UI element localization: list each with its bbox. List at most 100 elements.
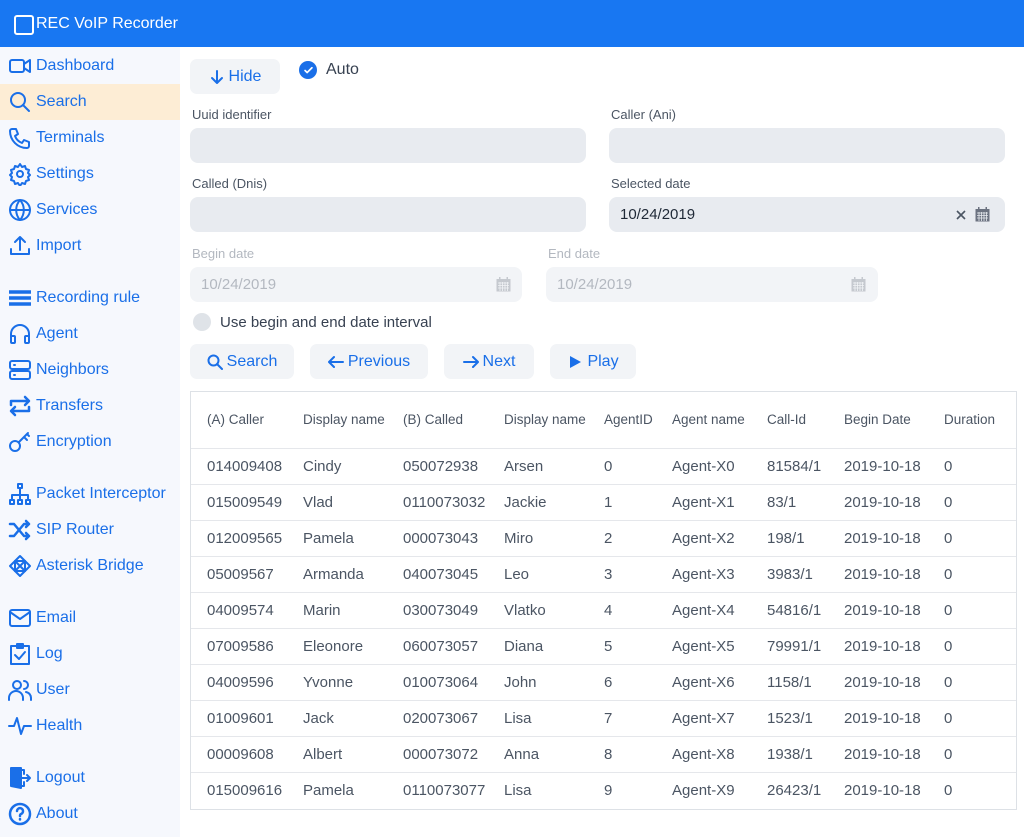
gear-icon xyxy=(8,162,32,186)
sidebar-item-email[interactable]: Email xyxy=(0,600,180,636)
caller-label: Caller (Ani) xyxy=(611,107,677,122)
sidebar-item-label: Asterisk Bridge xyxy=(36,557,144,574)
cell-duration: 0 xyxy=(928,628,1016,665)
sidebar-item-import[interactable]: Import xyxy=(0,228,180,264)
app-header: REC VoIP Recorder xyxy=(0,0,1024,47)
sidebar-item-dashboard[interactable]: Dashboard xyxy=(0,48,180,84)
sidebar-item-transfers[interactable]: Transfers xyxy=(0,388,180,424)
search-button[interactable]: Search xyxy=(190,344,294,379)
cell-agent-id: 9 xyxy=(604,781,613,799)
uuid-label: Uuid identifier xyxy=(192,107,272,122)
column-header-called-display-name[interactable]: Display name xyxy=(488,392,588,449)
sidebar-item-label: About xyxy=(36,805,78,822)
table-row[interactable]: 01009601 Jack 020073067 Lisa 7 Agent-X7 1523/1… xyxy=(191,700,1016,737)
sidebar-item-user[interactable]: User xyxy=(0,672,180,708)
sidebar-item-recording-rule[interactable]: Recording rule xyxy=(0,280,180,316)
previous-button[interactable]: Previous xyxy=(310,344,428,379)
table-row[interactable]: 05009567 Armanda 040073045 Leo 3 Agent-X3 3983… xyxy=(191,556,1016,593)
column-header-agent-id[interactable]: AgentID xyxy=(588,392,656,449)
next-button[interactable]: Next xyxy=(444,344,534,379)
date-interval-label: Use begin and end date interval xyxy=(220,314,432,331)
cell-begin-date: 2019-10-18 xyxy=(828,520,928,557)
column-header-called[interactable]: (B) Called xyxy=(387,392,488,449)
search-page: Hide Auto Uuid identifier Caller (Ani) C… xyxy=(180,47,1024,837)
cell-agent-id: 5 xyxy=(588,628,656,665)
table-row[interactable]: 04009574 Marin 030073049 Vlatko 4 Agent-X4 548… xyxy=(191,592,1016,629)
sidebar-item-encryption[interactable]: Encryption xyxy=(0,424,180,460)
clear-date-icon[interactable] xyxy=(955,209,967,221)
sidebar-item-asterisk-bridge[interactable]: Asterisk Bridge xyxy=(0,548,180,584)
cell-called: 060073057 xyxy=(387,628,488,665)
table-row[interactable]: 00009608 Albert 000073072 Anna 8 Agent-X8 1938… xyxy=(191,736,1016,773)
selected-date-input[interactable] xyxy=(609,197,1005,232)
sidebar-item-health[interactable]: Health xyxy=(0,708,180,744)
sidebar-item-label: Dashboard xyxy=(36,57,115,74)
play-button[interactable]: Play xyxy=(550,344,636,379)
date-interval-toggle[interactable] xyxy=(193,313,211,331)
sidebar-item-terminals[interactable]: Terminals xyxy=(0,120,180,156)
sidebar-item-agent[interactable]: Agent xyxy=(0,316,180,352)
cell-caller: 05009567 xyxy=(191,556,287,593)
app-title: REC VoIP Recorder xyxy=(36,14,178,32)
table-header-row: (A) Caller Display name (B) Called Displ… xyxy=(191,392,1016,449)
checkmark-icon xyxy=(299,61,317,79)
cell-called: 0110073077 xyxy=(403,781,486,799)
table-row[interactable]: 07009586 Eleonore 060073057 Diana 5 Agent-X5 7… xyxy=(191,628,1016,665)
sidebar-item-logout[interactable]: Logout xyxy=(0,760,180,796)
uuid-input[interactable] xyxy=(190,128,586,163)
end-date-input[interactable] xyxy=(546,267,878,302)
sidebar-item-neighbors[interactable]: Neighbors xyxy=(0,352,180,388)
table-row[interactable]: 015009549 Vlad 0110073032 Jackie 1 Agent-X1 83… xyxy=(191,484,1016,521)
calendar-icon xyxy=(851,277,866,292)
cell-call-id: 83/1 xyxy=(751,484,828,521)
column-header-caller-display-name[interactable]: Display name xyxy=(287,392,387,449)
phone-icon xyxy=(8,126,32,150)
envelope-icon xyxy=(8,606,32,630)
cell-duration: 0 xyxy=(944,781,953,799)
sidebar-item-label: Transfers xyxy=(36,397,103,414)
column-header-begin-date[interactable]: Begin Date xyxy=(828,392,928,449)
hide-button-label: Hide xyxy=(228,67,262,85)
cell-agent-name: Agent-X1 xyxy=(656,484,751,521)
sidebar-item-sip-router[interactable]: SIP Router xyxy=(0,512,180,548)
pulse-icon xyxy=(8,714,32,738)
called-input[interactable] xyxy=(190,197,586,232)
column-header-duration[interactable]: Duration xyxy=(928,392,1016,449)
cell-call-id: 81584/1 xyxy=(751,448,828,485)
called-label: Called (Dnis) xyxy=(192,176,268,191)
server-icon xyxy=(8,358,32,382)
table-row[interactable]: 04009596 Yvonne 010073064 John 6 Agent-X6 1158… xyxy=(191,664,1016,701)
column-header-call-id[interactable]: Call-Id xyxy=(751,392,828,449)
sidebar-item-services[interactable]: Services xyxy=(0,192,180,228)
network-tree-icon xyxy=(8,482,32,506)
begin-date-input[interactable] xyxy=(190,267,522,302)
column-header-caller[interactable]: (A) Caller xyxy=(191,392,287,449)
previous-button-label: Previous xyxy=(347,352,411,370)
caller-input[interactable] xyxy=(609,128,1005,163)
sidebar-item-search[interactable]: Search xyxy=(0,84,180,120)
sidebar: Dashboard Search Terminals Settings Serv… xyxy=(0,47,180,837)
sidebar-item-log[interactable]: Log xyxy=(0,636,180,672)
cell-called-display-name: Diana xyxy=(488,628,588,665)
table-row[interactable]: 015009616 Pamela 0110073077 Lisa 9 Agent-X9 26… xyxy=(191,772,1016,808)
cell-called: 000073043 xyxy=(387,520,488,557)
cell-agent-name: Agent-X5 xyxy=(656,628,751,665)
cell-agent-name: Agent-X3 xyxy=(656,556,751,593)
table-row[interactable]: 014009408 Cindy 050072938 Arsen 0 Agent-X0 815… xyxy=(191,448,1016,485)
hide-button[interactable]: Hide xyxy=(190,59,280,94)
sidebar-item-about[interactable]: About xyxy=(0,796,180,832)
calendar-icon[interactable] xyxy=(975,207,990,222)
column-header-agent-name[interactable]: Agent name xyxy=(656,392,751,449)
cell-begin-date: 2019-10-18 xyxy=(828,556,928,593)
cell-agent-name: Agent-X8 xyxy=(656,736,751,773)
cell-agent-name: Agent-X6 xyxy=(656,664,751,701)
sidebar-item-label: Email xyxy=(36,609,77,626)
cell-agent-id: 3 xyxy=(588,556,656,593)
table-row[interactable]: 012009565 Pamela 000073043 Miro 2 Agent-X2 198… xyxy=(191,520,1016,557)
sidebar-item-label: Neighbors xyxy=(36,361,109,378)
sidebar-item-packet-interceptor[interactable]: Packet Interceptor xyxy=(0,476,180,512)
auto-checkbox[interactable]: Auto xyxy=(299,61,359,79)
cell-agent-id: 4 xyxy=(588,592,656,629)
cell-duration: 0 xyxy=(928,520,1016,557)
sidebar-item-settings[interactable]: Settings xyxy=(0,156,180,192)
